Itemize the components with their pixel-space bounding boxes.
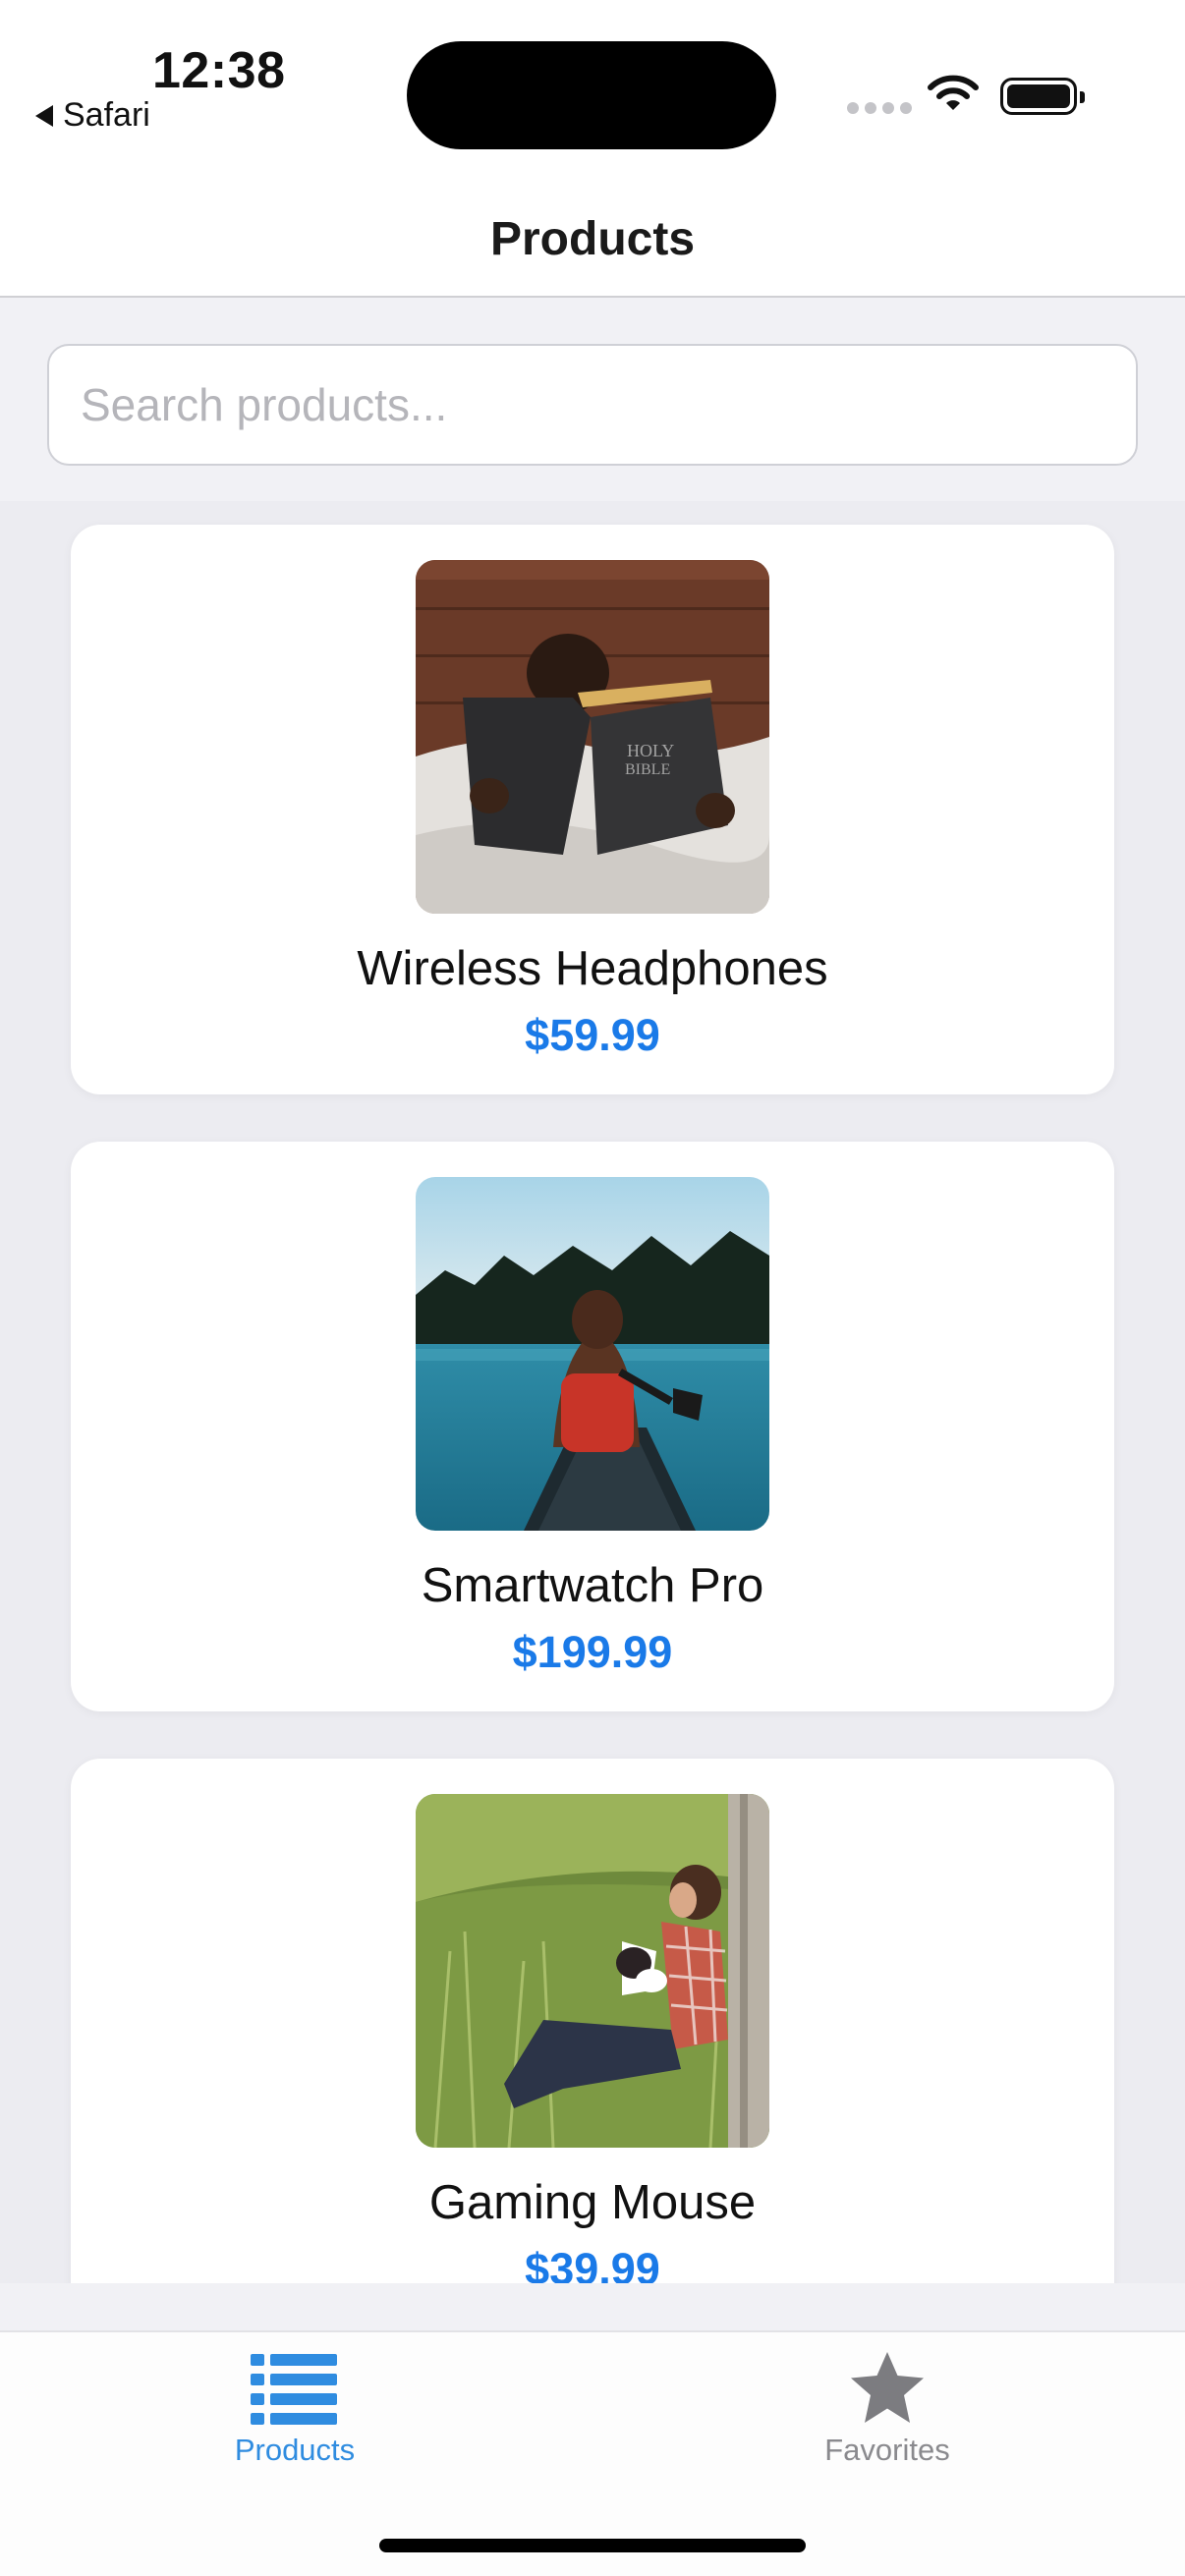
product-image: HOLY BIBLE	[416, 560, 769, 914]
tab-favorites[interactable]: Favorites	[740, 2352, 1035, 2480]
product-price: $199.99	[512, 1627, 673, 1677]
product-name: Gaming Mouse	[428, 2176, 757, 2229]
page-title: Products	[489, 213, 696, 265]
svg-text:HOLY: HOLY	[627, 741, 674, 760]
product-name: Smartwatch Pro	[421, 1559, 764, 1612]
tab-products[interactable]: Products	[147, 2352, 442, 2480]
back-arrow-icon	[35, 104, 53, 127]
status-time: 12:38	[152, 42, 286, 99]
star-icon	[851, 2352, 924, 2423]
product-card[interactable]: Gaming Mouse $39.99	[71, 1759, 1114, 2283]
search-input[interactable]	[47, 344, 1138, 466]
product-image	[416, 1794, 769, 2148]
status-bar: 12:38 Safari	[0, 0, 1185, 177]
svg-text:BIBLE: BIBLE	[625, 761, 670, 778]
tab-products-label: Products	[234, 2433, 356, 2467]
product-card[interactable]: Smartwatch Pro $199.99	[71, 1142, 1114, 1711]
wifi-icon	[928, 75, 979, 110]
back-app-label: Safari	[63, 96, 150, 134]
product-image	[416, 1177, 769, 1531]
home-indicator	[379, 2539, 806, 2552]
list-icon	[251, 2354, 337, 2425]
product-price: $39.99	[525, 2244, 660, 2283]
navigation-header: Products	[0, 177, 1185, 298]
battery-icon	[1000, 78, 1085, 115]
cellular-signal-icon	[847, 102, 912, 114]
dynamic-island	[407, 41, 776, 149]
back-to-safari-link[interactable]: Safari	[35, 96, 150, 135]
product-name: Wireless Headphones	[357, 942, 828, 995]
product-card[interactable]: HOLY BIBLE Wireless Headphones $59.99	[71, 525, 1114, 1094]
product-list[interactable]: HOLY BIBLE Wireless Headphones $59.99 Sm…	[0, 501, 1185, 2283]
product-price: $59.99	[525, 1010, 660, 1060]
tab-favorites-label: Favorites	[824, 2433, 950, 2467]
